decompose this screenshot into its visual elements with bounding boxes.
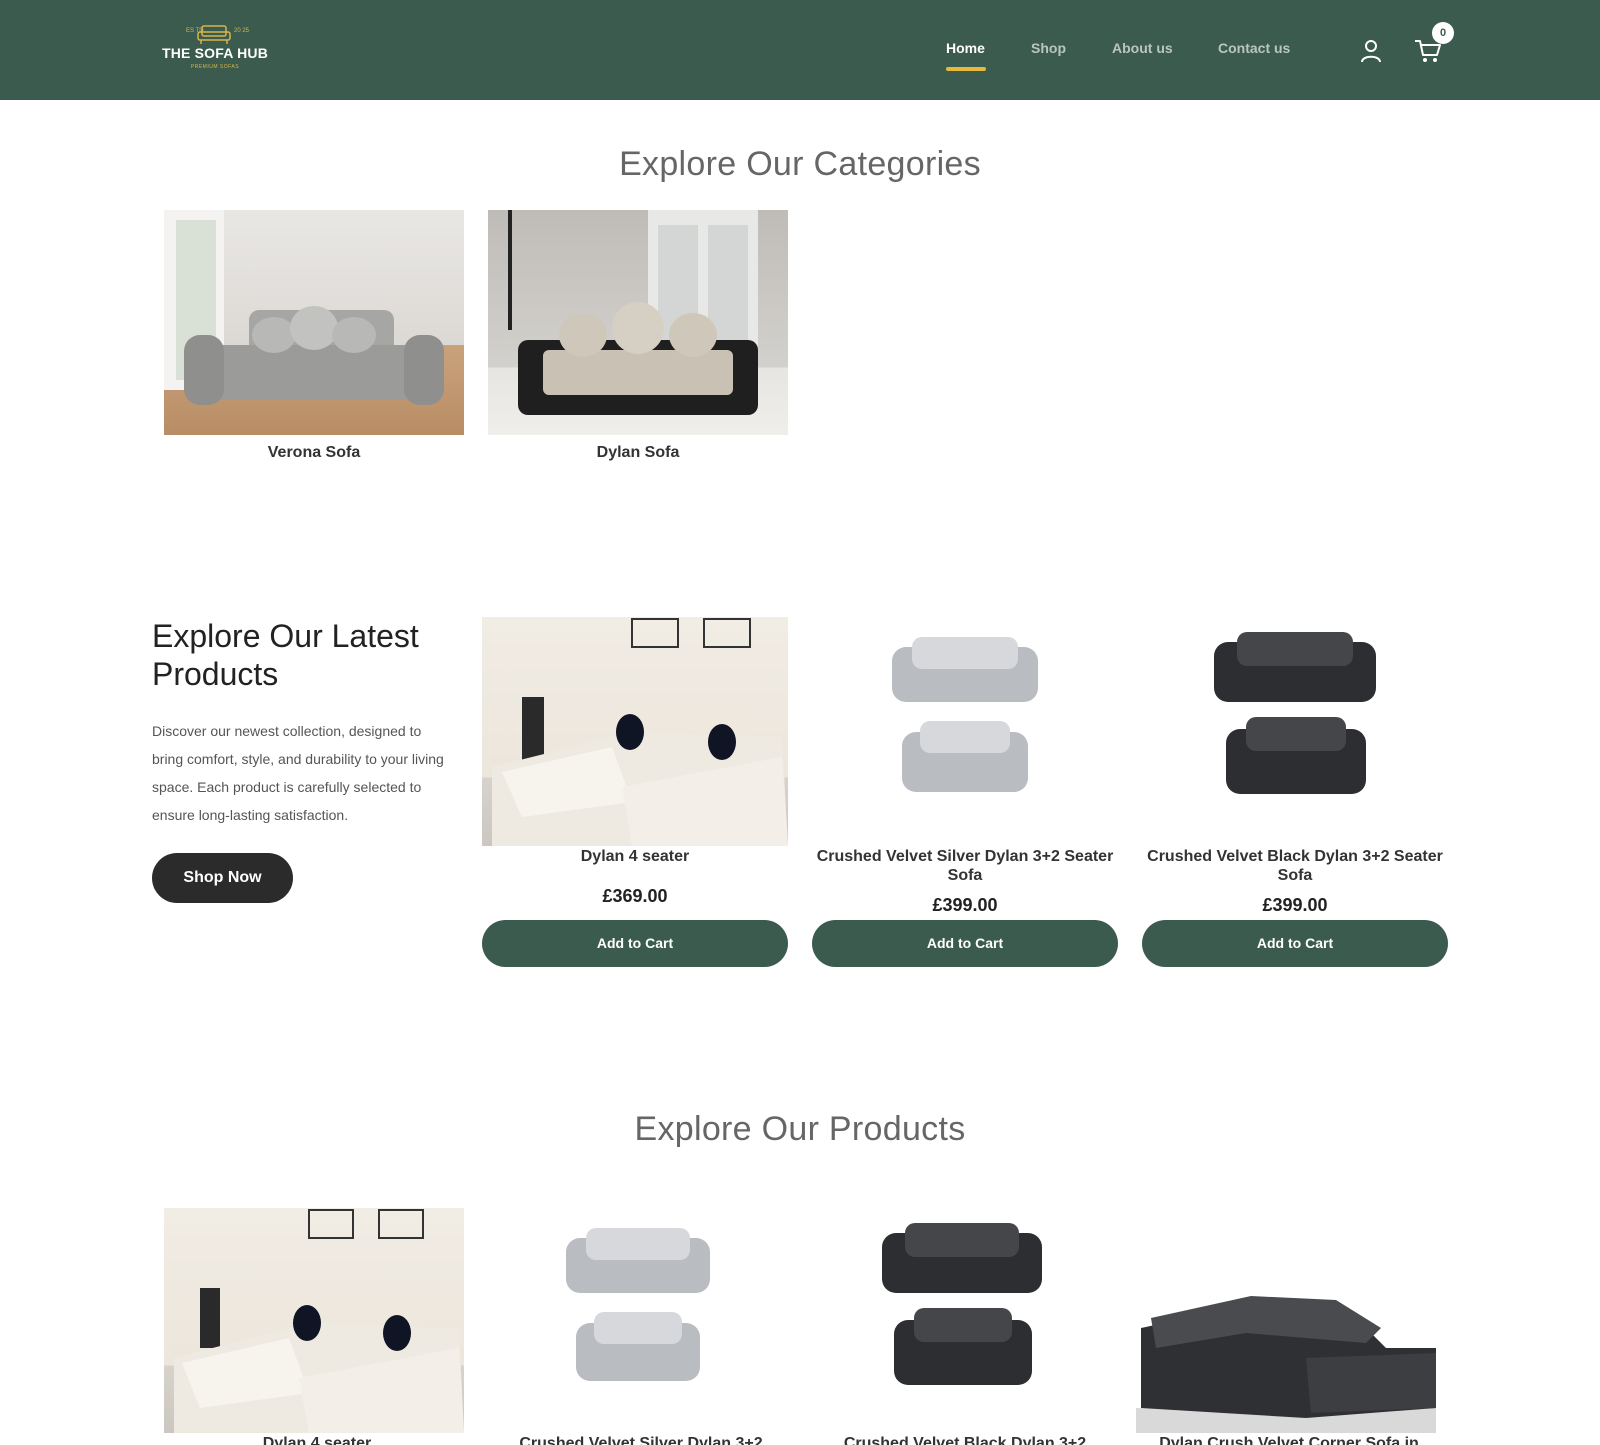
product-price: £399.00: [932, 895, 998, 915]
brand-tagline: PREMIUM SOFAS: [190, 64, 240, 70]
product-image-dylan-4-seater[interactable]: [164, 1208, 464, 1433]
category-label-dylan[interactable]: Dylan Sofa: [488, 444, 788, 462]
product-name[interactable]: Dylan Crush Velvet Corner Sofa in: [1136, 1435, 1442, 1445]
shop-now-button[interactable]: Shop Now: [152, 853, 293, 903]
latest-products-title: Explore Our Latest Products: [152, 618, 419, 692]
product-name[interactable]: Dylan 4 seater: [482, 847, 788, 866]
product-name[interactable]: Crushed Velvet Black Dylan 3+2: [812, 1435, 1118, 1445]
est-right-text: 20 25: [234, 28, 250, 34]
latest-products-description: Discover our newest collection, designed…: [152, 723, 444, 823]
sofa-logo-icon: [197, 25, 231, 44]
nav-home[interactable]: Home: [946, 40, 985, 56]
product-name[interactable]: Dylan 4 seater: [164, 1435, 470, 1445]
product-name[interactable]: Crushed Velvet Silver Dylan 3+2: [488, 1435, 794, 1445]
cart-count-badge: 0: [1432, 22, 1454, 44]
product-image-black-dylan[interactable]: [1142, 617, 1448, 846]
product-image-dylan-4-seater[interactable]: [482, 617, 788, 846]
nav-active-underline: [946, 67, 986, 71]
nav-contact-us[interactable]: Contact us: [1218, 40, 1290, 56]
product-image-corner-sofa[interactable]: [1136, 1208, 1436, 1433]
categories-title: Explore Our Categories: [619, 145, 981, 183]
add-to-cart-button[interactable]: Add to Cart: [482, 920, 788, 967]
site-header: ES TD 20 25 THE SOFA HUB PREMIUM SOFAS H…: [0, 0, 1600, 100]
category-image-dylan[interactable]: [488, 210, 788, 435]
category-label-verona[interactable]: Verona Sofa: [164, 444, 464, 462]
product-name[interactable]: Crushed Velvet Black Dylan 3+2 Seater So…: [1142, 847, 1448, 885]
product-price: £399.00: [1262, 895, 1328, 915]
brand-name: THE SOFA HUB: [161, 45, 269, 61]
product-image-silver-dylan[interactable]: [812, 617, 1118, 846]
product-price: £369.00: [602, 886, 668, 906]
product-image-black-dylan[interactable]: [812, 1208, 1112, 1433]
category-image-verona[interactable]: [164, 210, 464, 435]
nav-shop[interactable]: Shop: [1031, 40, 1066, 56]
product-name[interactable]: Crushed Velvet Silver Dylan 3+2 Seater S…: [812, 847, 1118, 885]
add-to-cart-button[interactable]: Add to Cart: [812, 920, 1118, 967]
site-logo[interactable]: ES TD 20 25 THE SOFA HUB PREMIUM SOFAS: [160, 24, 270, 74]
user-icon[interactable]: [1359, 38, 1383, 64]
product-image-silver-dylan[interactable]: [488, 1208, 788, 1433]
add-to-cart-button[interactable]: Add to Cart: [1142, 920, 1448, 967]
products-title: Explore Our Products: [634, 1110, 966, 1148]
nav-about-us[interactable]: About us: [1112, 40, 1173, 56]
